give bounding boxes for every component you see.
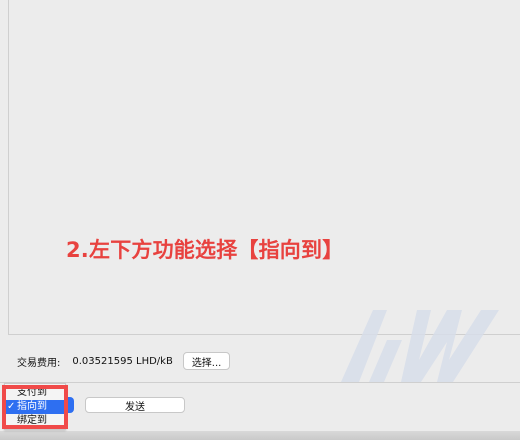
fee-row: 交易费用: 0.03521595 LHD/kB 选择... — [17, 350, 231, 372]
choose-fee-button[interactable]: 选择... — [182, 352, 231, 370]
dropdown-option-point-to-label: 指向到 — [17, 401, 47, 412]
dropdown-option-bind-to[interactable]: 绑定到 — [5, 414, 65, 428]
transaction-window: 2.左下方功能选择【指向到】 交易费用: 0.03521595 LHD/kB 选… — [0, 0, 520, 440]
function-dropdown-menu[interactable]: 支付到 ✓ 指向到 绑定到 — [4, 383, 66, 430]
send-button[interactable]: 发送 — [85, 397, 185, 413]
fee-value: 0.03521595 LHD/kB — [72, 355, 173, 367]
main-panel: 2.左下方功能选择【指向到】 交易费用: 0.03521595 LHD/kB 选… — [0, 0, 520, 382]
fee-label: 交易费用: — [17, 357, 61, 369]
dropdown-option-point-to[interactable]: ✓ 指向到 — [5, 400, 65, 414]
dropdown-arrow-icon[interactable] — [66, 397, 74, 413]
content-area — [8, 0, 520, 335]
instruction-text: 2.左下方功能选择【指向到】 — [66, 238, 344, 262]
aw-watermark-icon — [341, 310, 499, 382]
checkmark-icon: ✓ — [7, 401, 16, 412]
window-bottom-strip — [0, 431, 520, 440]
dropdown-option-pay-to[interactable]: 支付到 — [5, 386, 65, 400]
